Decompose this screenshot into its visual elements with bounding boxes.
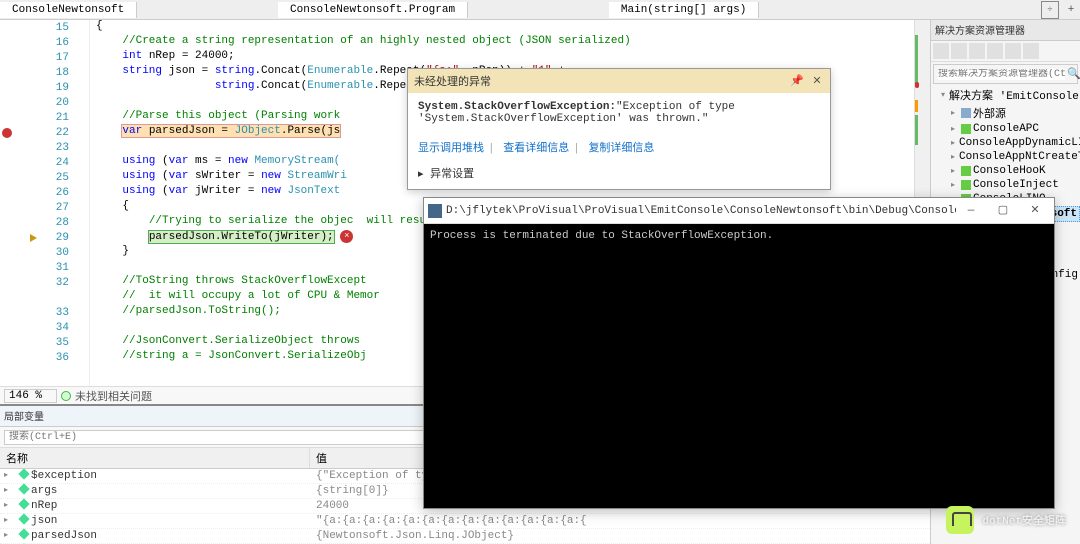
link-copy[interactable]: 复制详细信息 <box>588 143 654 155</box>
wechat-icon <box>946 506 974 534</box>
link-details[interactable]: 查看详细信息 <box>503 143 569 155</box>
link-callstack[interactable]: 显示调用堆栈 <box>418 143 484 155</box>
close-button[interactable]: ✕ <box>1020 201 1050 221</box>
tab-program[interactable]: ConsoleNewtonsoft.Program <box>278 2 468 18</box>
project-node[interactable]: ▸ConsoleAppNtCreateThreadEx <box>931 150 1080 164</box>
solution-node[interactable]: ▾解决方案 'EmitConsole' (15 个项目 <box>931 86 1080 104</box>
error-icon[interactable]: × <box>340 230 353 243</box>
current-line-arrow <box>30 234 37 242</box>
minimize-button[interactable]: — <box>956 201 986 221</box>
exception-popup: 未经处理的异常 📌 ✕ System.StackOverflowExceptio… <box>407 68 831 190</box>
console-output[interactable]: Process is terminated due to StackOverfl… <box>424 224 1054 508</box>
se-search-input[interactable] <box>938 69 1065 80</box>
plus-icon[interactable]: + <box>1062 1 1080 19</box>
close-icon[interactable]: ✕ <box>810 74 824 88</box>
col-name[interactable]: 名称 <box>0 448 310 468</box>
window-path: D:\jflytek\ProVisual\ProVisual\EmitConso… <box>446 205 956 217</box>
split-icon[interactable]: ÷ <box>1041 1 1059 19</box>
sync-icon[interactable] <box>951 43 967 59</box>
toolbar-icon[interactable] <box>987 43 1003 59</box>
toolbar-icon[interactable] <box>1005 43 1021 59</box>
locals-row[interactable]: json"{a:{a:{a:{a:{a:{a:{a:{a:{a:{a:{a:{a… <box>0 514 930 529</box>
wrench-icon[interactable] <box>1023 43 1039 59</box>
tab-project[interactable]: ConsoleNewtonsoft <box>0 2 137 18</box>
console-window: D:\jflytek\ProVisual\ProVisual\EmitConso… <box>423 197 1055 509</box>
app-icon <box>428 204 442 218</box>
locals-row[interactable]: parsedJson{Newtonsoft.Json.Linq.JObject} <box>0 529 930 544</box>
project-node[interactable]: ▸ConsoleHooK <box>931 164 1080 178</box>
breadcrumb-bar: ConsoleNewtonsoft ConsoleNewtonsoft.Prog… <box>0 0 1080 20</box>
project-node[interactable]: ▸ConsoleAPC <box>931 122 1080 136</box>
maximize-button[interactable]: ▢ <box>988 201 1018 221</box>
refresh-icon[interactable] <box>969 43 985 59</box>
zoom-selector[interactable]: 146 % <box>4 389 57 403</box>
external-src[interactable]: ▸外部源 <box>931 104 1080 122</box>
project-node[interactable]: ▸ConsoleInject <box>931 178 1080 192</box>
exception-settings[interactable]: 异常设置 <box>430 169 474 181</box>
pin-icon[interactable]: 📌 <box>790 74 804 88</box>
line-gutter: 15 16 17 18 19 20 21 22 23 24 25 26 27 2… <box>0 20 90 386</box>
search-icon[interactable]: 🔍 <box>1067 67 1080 81</box>
titlebar[interactable]: D:\jflytek\ProVisual\ProVisual\EmitConso… <box>424 198 1054 224</box>
no-issues-label: 未找到相关问题 <box>75 388 152 404</box>
issue-dot-icon <box>61 391 71 401</box>
popup-title: 未经处理的异常 <box>414 73 784 89</box>
watermark: dotNet安全矩阵 <box>946 506 1066 534</box>
tab-method[interactable]: Main(string[] args) <box>609 2 759 18</box>
breakpoint-icon[interactable] <box>2 128 12 138</box>
panel-title: 解决方案资源管理器 <box>931 20 1080 41</box>
project-node[interactable]: ▸ConsoleAppDynamicLINQ <box>931 136 1080 150</box>
home-icon[interactable] <box>933 43 949 59</box>
